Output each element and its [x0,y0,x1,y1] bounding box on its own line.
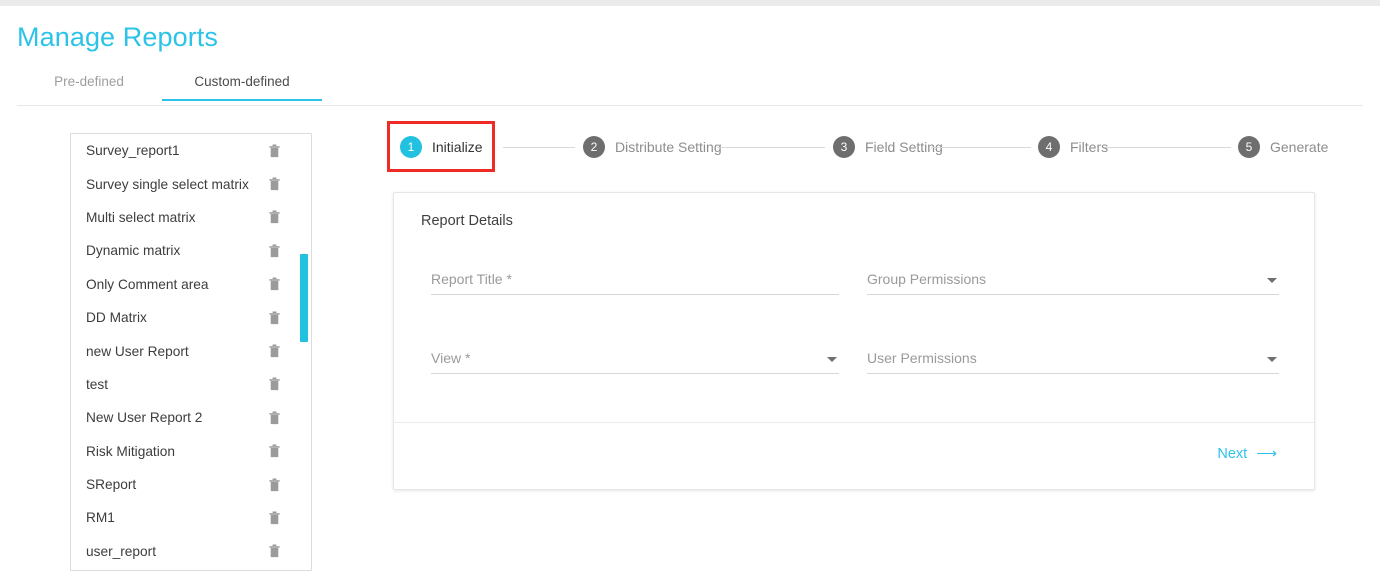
step-connector-3 [931,147,1031,148]
list-item[interactable]: SReport [71,468,312,501]
step-connector-4 [1105,147,1231,148]
trash-icon[interactable] [269,478,280,491]
list-item-label: Multi select matrix [86,210,196,225]
step-4-label: Filters [1070,139,1108,155]
next-button-label: Next [1217,446,1247,462]
step-1-number: 1 [400,136,422,158]
step-3-number: 3 [833,136,855,158]
step-4-number: 4 [1038,136,1060,158]
field-view-label: View * [431,350,470,366]
list-item[interactable]: Risk Mitigation [71,435,312,468]
tab-pre-defined-label: Pre-defined [54,74,124,89]
list-item[interactable]: test [71,368,312,401]
list-item[interactable]: Survey single select matrix [71,167,312,200]
trash-icon[interactable] [269,178,280,191]
list-item-label: Dynamic matrix [86,243,180,258]
step-5[interactable]: 5 Generate [1238,128,1328,166]
tab-custom-defined-label: Custom-defined [194,74,289,89]
step-connector-1 [503,147,575,148]
field-group-permissions[interactable]: Group Permissions [867,261,1279,295]
page-root: Manage Reports Pre-defined Custom-define… [0,0,1380,584]
field-user-permissions-label: User Permissions [867,350,977,366]
field-user-permissions[interactable]: User Permissions [867,340,1279,374]
field-group-permissions-underline [867,294,1279,295]
list-item-label: Survey_report1 [86,143,180,158]
trash-icon[interactable] [269,411,280,424]
trash-icon[interactable] [269,545,280,558]
step-2-number: 2 [583,136,605,158]
step-1-label: Initialize [432,139,483,155]
list-item[interactable]: New User Report 2 [71,401,312,434]
list-item[interactable]: Only Comment area [71,268,312,301]
trash-icon[interactable] [269,445,280,458]
step-connector-2 [717,147,825,148]
field-report-title[interactable]: Report Title * [431,261,839,295]
field-report-title-underline [431,294,839,295]
trash-icon[interactable] [269,211,280,224]
chevron-down-icon[interactable] [1267,357,1277,362]
trash-icon[interactable] [269,511,280,524]
step-5-label: Generate [1270,139,1328,155]
field-user-permissions-underline [867,373,1279,374]
trash-icon[interactable] [269,345,280,358]
report-title-input[interactable] [431,271,839,293]
step-5-number: 5 [1238,136,1260,158]
list-item-label: user_report [86,544,156,559]
wizard-stepper: 1 Initialize 2 Distribute Setting 3Field Set… [393,128,1343,168]
next-button[interactable]: Next ⟶ [1215,442,1279,466]
page-title: Manage Reports [17,22,218,53]
list-item-label: DD Matrix [86,310,147,325]
field-group-permissions-label: Group Permissions [867,271,986,287]
trash-icon[interactable] [269,378,280,391]
report-details-card: Report Details Report Title * Group Perm… [393,192,1315,490]
list-item[interactable]: Survey_report1 [71,134,312,167]
step-4[interactable]: 4 Filters [1038,128,1108,166]
top-strip [0,0,1380,6]
chevron-down-icon[interactable] [1267,278,1277,283]
list-item-label: New User Report 2 [86,410,202,425]
report-list-scrollbar-thumb[interactable] [300,254,308,342]
list-item[interactable]: user_report [71,535,312,568]
chevron-down-icon[interactable] [827,357,837,362]
step-1[interactable]: 1 Initialize [400,128,483,166]
trash-icon[interactable] [269,278,280,291]
field-view[interactable]: View * [431,340,839,374]
report-list-panel: Survey_report1 Survey single select matri… [70,133,312,571]
report-list-scrollbar-track[interactable] [301,135,310,571]
list-item-label: test [86,377,108,392]
list-item-label: SReport [86,477,136,492]
list-item[interactable]: DD Matrix [71,301,312,334]
list-item-label: RM1 [86,510,115,525]
tab-bar-divider [17,105,1363,106]
step-2[interactable]: 2 Distribute Setting [583,128,722,166]
list-item-label: Only Comment area [86,277,208,292]
list-item[interactable]: RM1 [71,501,312,534]
list-item[interactable]: Dynamic matrix [71,234,312,267]
report-list: Survey_report1 Survey single select matri… [71,134,312,568]
trash-icon[interactable] [269,244,280,257]
step-2-label: Distribute Setting [615,139,722,155]
tab-pre-defined[interactable]: Pre-defined [28,74,150,101]
arrow-right-icon: ⟶ [1256,447,1277,462]
list-item-label: Survey single select matrix [86,177,249,192]
list-item-label: Risk Mitigation [86,444,175,459]
card-footer-divider [394,422,1314,423]
field-view-underline [431,373,839,374]
tab-bar: Pre-defined Custom-defined [0,74,1380,106]
card-title: Report Details [421,213,513,229]
list-item[interactable]: new User Report [71,334,312,367]
tab-custom-defined[interactable]: Custom-defined [162,74,322,101]
step-3[interactable]: 3Field Setting [833,128,943,166]
trash-icon[interactable] [269,144,280,157]
list-item[interactable]: Multi select matrix [71,201,312,234]
trash-icon[interactable] [269,311,280,324]
list-item-label: new User Report [86,344,189,359]
